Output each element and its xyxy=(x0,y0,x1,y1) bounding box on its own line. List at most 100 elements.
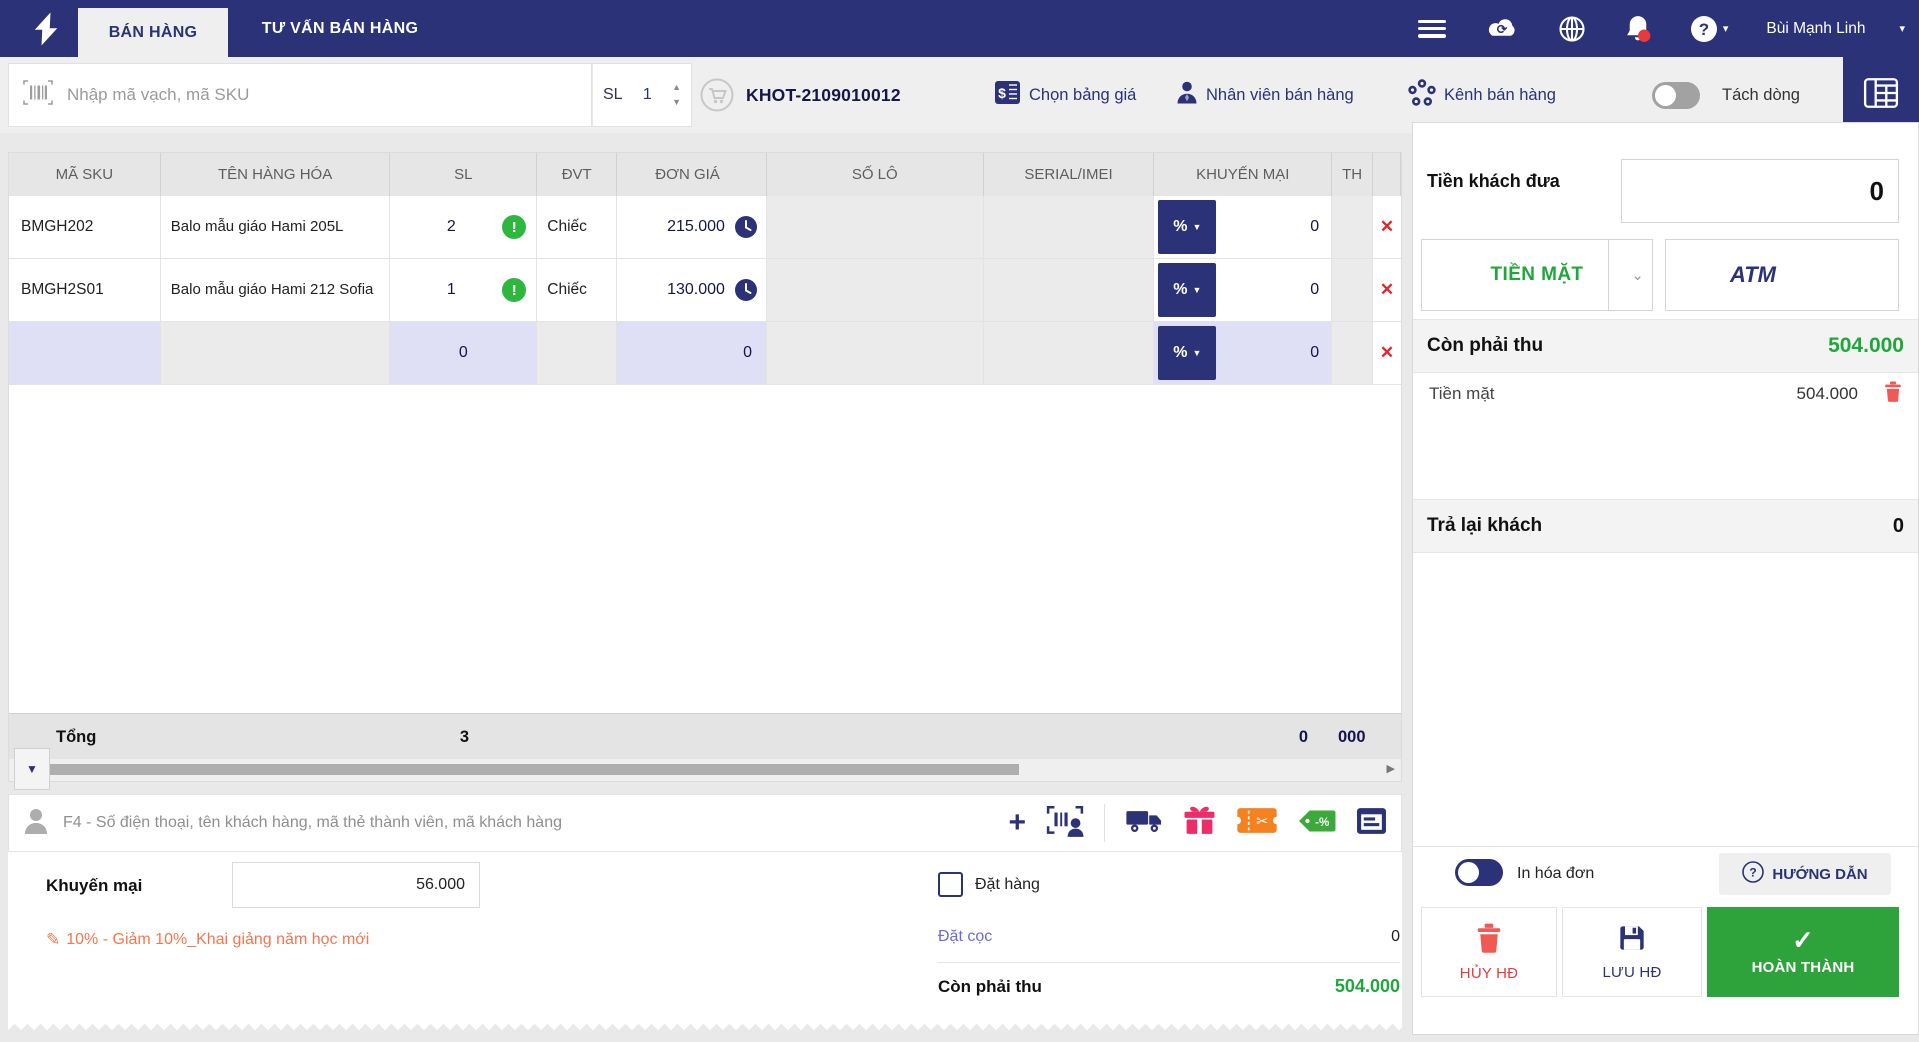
svg-text:-%: -% xyxy=(1315,816,1330,829)
sapo-logo-icon[interactable] xyxy=(28,11,64,47)
horizontal-scrollbar[interactable]: ▶ xyxy=(9,759,1401,781)
channel-icon xyxy=(1408,78,1436,112)
promotion-amount-field[interactable]: 56.000 xyxy=(232,862,480,908)
sales-staff-button[interactable]: Nhân viên bán hàng xyxy=(1176,57,1354,133)
caret-down-icon: ▼ xyxy=(1192,348,1202,358)
divider xyxy=(1413,846,1918,847)
price-history-icon[interactable] xyxy=(734,278,758,302)
order-checkbox-label[interactable]: Đặt hàng xyxy=(975,876,1040,894)
table-expand-button[interactable]: ▼ xyxy=(14,748,50,790)
scroll-right-icon[interactable]: ▶ xyxy=(1387,762,1395,775)
cart-table: MÃ SKU TÊN HÀNG HÓA SL ĐVT ĐƠN GIÁ SỐ LÔ… xyxy=(8,152,1402,782)
help-caret-icon: ▾ xyxy=(1722,23,1729,35)
shipping-truck-icon[interactable] xyxy=(1125,806,1163,840)
remove-payment-icon[interactable] xyxy=(1884,381,1902,407)
method-dropdown-caret[interactable]: ⌄ xyxy=(1608,239,1666,311)
remaining-due-strip: Còn phải thu 504.000 xyxy=(1413,319,1918,373)
cancel-order-button[interactable]: HỦY HĐ xyxy=(1421,907,1557,997)
split-line-toggle[interactable] xyxy=(1652,82,1700,109)
header-sku: MÃ SKU xyxy=(9,153,161,196)
cell-lot xyxy=(766,196,984,259)
customer-search-bar: + ✂ -% xyxy=(8,794,1402,852)
cell-price[interactable]: 215.000 xyxy=(617,196,767,259)
tab-tu-van-ban-hang[interactable]: TƯ VẤN BÁN HÀNG xyxy=(240,0,440,57)
quantity-stepper[interactable]: ▲ ▼ xyxy=(672,83,681,107)
order-checkbox[interactable] xyxy=(938,872,963,897)
step-down-icon: ▼ xyxy=(672,97,681,107)
cell-unit: Chiếc xyxy=(537,259,618,322)
cart-empty-area xyxy=(9,385,1401,713)
choose-price-list-button[interactable]: $ Chọn bảng giá xyxy=(994,57,1136,133)
total-quantity: 3 xyxy=(459,727,470,746)
discount-type-button[interactable]: % ▼ xyxy=(1158,326,1217,380)
help-icon[interactable]: ? ▾ xyxy=(1690,15,1729,43)
quantity-value[interactable]: 1 xyxy=(623,86,673,104)
row-delete-button[interactable]: ✕ xyxy=(1373,322,1401,385)
atm-method-button[interactable]: ATM xyxy=(1665,239,1899,311)
notification-bell-icon[interactable] xyxy=(1624,14,1652,43)
stock-alert-icon[interactable]: ! xyxy=(502,215,527,239)
tab-ban-hang[interactable]: BÁN HÀNG xyxy=(78,8,228,57)
promotion-note[interactable]: ✎ 10% - Giảm 10%_Khai giảng năm học mới xyxy=(46,930,369,950)
cell-discount: % ▼ 0 xyxy=(1154,196,1333,259)
question-circle-icon: ? xyxy=(1742,861,1765,887)
barcode-icon xyxy=(23,79,53,111)
cell-quantity[interactable]: 0 xyxy=(390,322,538,385)
row-delete-button[interactable]: ✕ xyxy=(1373,196,1401,259)
amount-due-value: 504.000 xyxy=(1334,976,1400,996)
save-order-button[interactable]: LƯU HĐ xyxy=(1562,907,1702,997)
staff-icon xyxy=(1176,80,1198,110)
cell-amount xyxy=(1332,196,1374,259)
menu-hamburger-icon[interactable] xyxy=(1417,19,1446,38)
member-card-scan-icon[interactable] xyxy=(1046,805,1084,842)
voucher-icon[interactable]: ✂ xyxy=(1233,806,1281,840)
check-icon: ✓ xyxy=(1792,924,1814,955)
add-customer-icon[interactable]: + xyxy=(1008,808,1026,838)
print-invoice-toggle[interactable] xyxy=(1455,859,1503,886)
user-menu[interactable]: Bùi Mạnh Linh xyxy=(1766,20,1865,38)
cell-price[interactable]: 0 xyxy=(617,322,767,385)
calendar-icon[interactable] xyxy=(1356,806,1387,840)
header-delete xyxy=(1373,153,1401,196)
deposit-value: 0 xyxy=(1391,928,1400,945)
gift-icon[interactable] xyxy=(1183,805,1216,841)
discount-tag-icon[interactable]: -% xyxy=(1298,809,1336,838)
grid-table-icon xyxy=(1863,77,1899,114)
order-code: KHOT-2109010012 xyxy=(746,84,901,105)
stock-alert-icon[interactable]: ! xyxy=(502,278,527,302)
customer-actions: + ✂ -% xyxy=(1008,804,1387,842)
change-strip: Trả lại khách 0 xyxy=(1413,499,1918,553)
scrollbar-thumb[interactable] xyxy=(49,764,1019,775)
cell-quantity[interactable]: 1 ! xyxy=(390,259,538,322)
edit-pencil-icon: ✎ xyxy=(46,930,61,949)
cash-given-field[interactable]: 0 xyxy=(1621,159,1899,223)
cell-serial xyxy=(983,259,1155,322)
save-floppy-icon xyxy=(1618,924,1646,956)
complete-order-button[interactable]: ✓ HOÀN THÀNH xyxy=(1707,907,1899,997)
discount-type-button[interactable]: % ▼ xyxy=(1158,200,1217,254)
order-summary-panel: Khuyến mại 56.000 ✎ 10% - Giảm 10%_Khai … xyxy=(8,852,1402,1030)
globe-icon[interactable] xyxy=(1558,15,1586,43)
barcode-search-box xyxy=(8,63,592,127)
navbar-right: ⟳ ? ▾ Bùi Mạnh Linh ▾ xyxy=(1417,0,1919,57)
header-amount: TH xyxy=(1332,153,1374,196)
discount-type-button[interactable]: % ▼ xyxy=(1158,263,1217,317)
barcode-search-input[interactable] xyxy=(67,85,577,105)
header-name: TÊN HÀNG HÓA xyxy=(161,153,391,196)
price-history-icon[interactable] xyxy=(734,215,758,239)
svg-text:✂: ✂ xyxy=(1256,814,1268,830)
quantity-label: SL xyxy=(603,86,623,103)
cell-price[interactable]: 130.000 xyxy=(617,259,767,322)
cell-sku[interactable] xyxy=(9,322,161,385)
customer-search-input[interactable] xyxy=(63,814,1009,832)
cell-lot xyxy=(766,322,984,385)
guide-button[interactable]: ? HƯỚNG DẪN xyxy=(1719,853,1891,895)
print-invoice-label: In hóa đơn xyxy=(1517,865,1595,882)
row-delete-button[interactable]: ✕ xyxy=(1373,259,1401,322)
user-caret-icon[interactable]: ▾ xyxy=(1899,22,1905,35)
cloud-sync-icon[interactable]: ⟳ xyxy=(1484,15,1520,42)
cell-quantity[interactable]: 2 ! xyxy=(390,196,538,259)
deposit-link[interactable]: Đặt cọc xyxy=(938,928,992,946)
cart-icon[interactable] xyxy=(700,78,734,112)
caret-down-icon: ▼ xyxy=(1192,285,1202,295)
